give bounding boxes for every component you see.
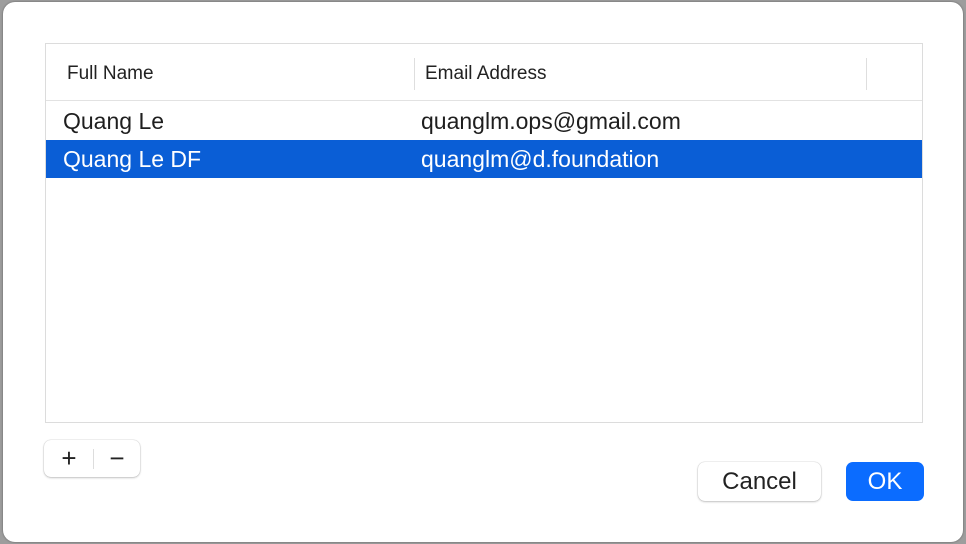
full-name-cell: Quang Le	[63, 108, 165, 134]
table-row[interactable]: Quang Le quanglm.ops@gmail.com	[46, 102, 922, 140]
column-header-email[interactable]: Email Address	[425, 44, 546, 100]
table-header: Full Name Email Address	[46, 44, 922, 101]
accounts-dialog: Full Name Email Address Quang Le quanglm…	[3, 2, 963, 542]
email-cell: quanglm.ops@gmail.com	[421, 108, 681, 134]
column-header-full-name[interactable]: Full Name	[67, 44, 154, 100]
add-remove-control: + −	[44, 440, 140, 477]
add-button[interactable]: +	[46, 440, 92, 477]
ok-button[interactable]: OK	[846, 462, 924, 501]
table-row-selected[interactable]: Quang Le DF quanglm@d.foundation	[46, 140, 922, 178]
accounts-table[interactable]: Full Name Email Address Quang Le quanglm…	[45, 43, 923, 423]
email-cell: quanglm@d.foundation	[421, 146, 660, 172]
column-divider[interactable]	[414, 58, 415, 90]
full-name-cell: Quang Le DF	[63, 146, 202, 172]
remove-button[interactable]: −	[94, 440, 140, 477]
column-divider[interactable]	[866, 58, 867, 90]
cancel-button[interactable]: Cancel	[698, 462, 821, 501]
